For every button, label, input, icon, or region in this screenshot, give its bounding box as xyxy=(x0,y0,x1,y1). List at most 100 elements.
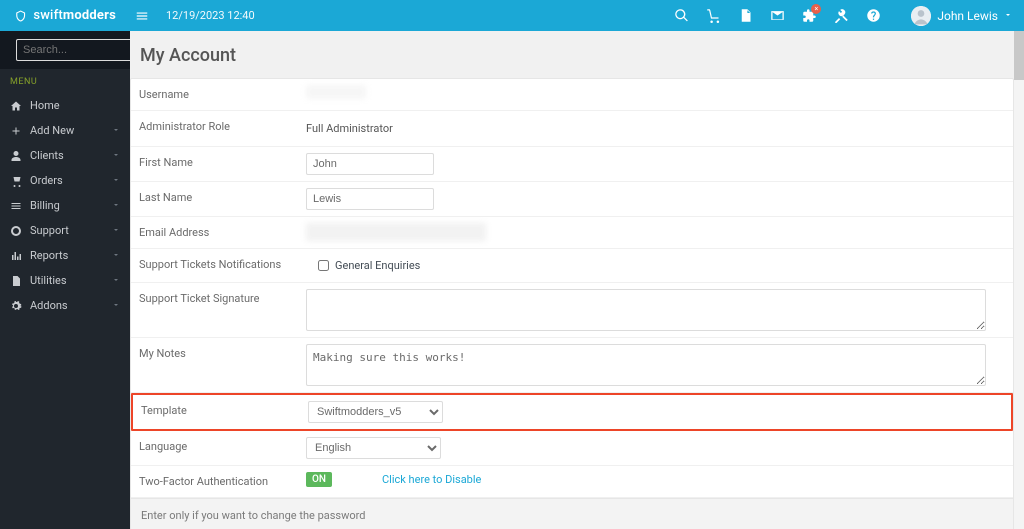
chevron-down-icon xyxy=(1004,9,1012,22)
badge-twofa-state: ON xyxy=(306,472,332,487)
sidebar-item-label: Support xyxy=(30,224,69,237)
label-role: Administrator Role xyxy=(131,115,306,138)
brand-logo[interactable]: swiftmodders xyxy=(0,0,130,31)
home-icon xyxy=(10,100,22,112)
header-datetime: 12/19/2023 12:40 xyxy=(166,9,255,22)
row-ticket-signature: Support Ticket Signature xyxy=(131,283,1013,338)
input-firstname[interactable] xyxy=(306,153,434,175)
sidebar-item-home[interactable]: Home xyxy=(0,93,130,118)
checkbox-general-enquiries[interactable] xyxy=(318,260,329,271)
sidebar-item-label: Addons xyxy=(30,299,68,312)
chevron-down-icon xyxy=(112,224,120,237)
chevron-down-icon xyxy=(112,149,120,162)
row-firstname: First Name xyxy=(131,147,1013,182)
life-ring-icon xyxy=(10,225,22,237)
page-title: My Account xyxy=(130,31,1014,78)
label-email: Email Address xyxy=(131,221,306,244)
label-firstname: First Name xyxy=(131,151,306,174)
sidebar-item-orders[interactable]: Orders xyxy=(0,168,130,193)
label-ticket-notifications: Support Tickets Notifications xyxy=(131,253,306,276)
row-ticket-notifications: Support Tickets Notifications General En… xyxy=(131,249,1013,283)
label-username: Username xyxy=(131,83,306,106)
sidebar-item-label: Utilities xyxy=(30,274,67,287)
link-twofa-disable[interactable]: Click here to Disable xyxy=(382,473,481,486)
chevron-down-icon xyxy=(112,174,120,187)
header-file-button[interactable] xyxy=(729,0,761,31)
notifications-badge: × xyxy=(811,4,821,14)
label-ticket-signature: Support Ticket Signature xyxy=(131,287,306,310)
textarea-notes[interactable] xyxy=(306,344,986,386)
plus-icon xyxy=(10,125,22,137)
header-notifications-button[interactable]: × xyxy=(793,0,825,31)
chevron-down-icon xyxy=(112,199,120,212)
mail-icon xyxy=(770,8,785,23)
value-role: Full Administrator xyxy=(306,117,393,140)
header-actions: × xyxy=(665,0,889,31)
select-template[interactable]: Swiftmodders_v5 xyxy=(308,401,443,423)
tools-icon xyxy=(834,8,849,23)
sidebar-menu-label: MENU xyxy=(0,69,130,93)
sidebar-item-support[interactable]: Support xyxy=(0,218,130,243)
sidebar-item-label: Billing xyxy=(30,199,60,212)
cart-icon xyxy=(706,8,721,23)
header-user-menu[interactable]: John Lewis xyxy=(899,6,1024,26)
sidebar-item-label: Clients xyxy=(30,149,64,162)
header-cart-button[interactable] xyxy=(697,0,729,31)
cog-icon xyxy=(10,300,22,312)
account-form-card: Username Administrator Role Full Adminis… xyxy=(130,78,1014,529)
row-username: Username xyxy=(131,79,1013,111)
label-lastname: Last Name xyxy=(131,186,306,209)
sidebar-item-label: Orders xyxy=(30,174,63,187)
sidebar-item-label: Reports xyxy=(30,249,68,262)
row-template: Template Swiftmodders_v5 xyxy=(131,393,1013,431)
value-username xyxy=(306,85,366,99)
chevron-down-icon xyxy=(112,274,120,287)
row-twofa: Two-Factor Authentication ON Click here … xyxy=(131,466,1013,498)
textarea-ticket-signature[interactable] xyxy=(306,289,986,331)
row-email: Email Address xyxy=(131,217,1013,249)
sidebar-toggle[interactable] xyxy=(130,0,154,31)
sidebar-item-label: Add New xyxy=(30,124,74,137)
row-role: Administrator Role Full Administrator xyxy=(131,111,1013,147)
header-username: John Lewis xyxy=(937,9,998,23)
sidebar-item-utilities[interactable]: Utilities xyxy=(0,268,130,293)
sidebar-search-input[interactable] xyxy=(16,39,130,61)
file-icon xyxy=(738,8,753,23)
sidebar-item-billing[interactable]: Billing xyxy=(0,193,130,218)
input-lastname[interactable] xyxy=(306,188,434,210)
select-language[interactable]: English xyxy=(306,437,441,459)
sidebar-item-reports[interactable]: Reports xyxy=(0,243,130,268)
avatar xyxy=(911,6,931,26)
chevron-down-icon xyxy=(112,124,120,137)
search-icon xyxy=(674,8,689,23)
sidebar-item-label: Home xyxy=(30,99,60,112)
header-search-button[interactable] xyxy=(665,0,697,31)
cart-icon xyxy=(10,175,22,187)
row-lastname: Last Name xyxy=(131,182,1013,217)
brand-text: swiftmodders xyxy=(33,8,116,23)
password-section-note: Enter only if you want to change the pas… xyxy=(131,498,1013,529)
topbar: swiftmodders 12/19/2023 12:40 × John Lew… xyxy=(0,0,1024,31)
label-notes: My Notes xyxy=(131,342,306,365)
header-tools-button[interactable] xyxy=(825,0,857,31)
sidebar-search[interactable] xyxy=(0,31,130,69)
header-mail-button[interactable] xyxy=(761,0,793,31)
hamburger-icon xyxy=(135,9,149,23)
file-icon xyxy=(10,275,22,287)
label-twofa: Two-Factor Authentication xyxy=(131,470,306,493)
brand-mark-icon xyxy=(14,7,27,25)
header-help-button[interactable] xyxy=(857,0,889,31)
sidebar-nav: Home Add New Clients Orders Billing Supp… xyxy=(0,93,130,318)
user-icon xyxy=(10,150,22,162)
chevron-down-icon xyxy=(112,299,120,312)
label-language: Language xyxy=(131,435,306,458)
row-notes: My Notes xyxy=(131,338,1013,393)
chevron-down-icon xyxy=(112,249,120,262)
input-email[interactable] xyxy=(306,223,486,241)
help-icon xyxy=(866,8,881,23)
sidebar-item-clients[interactable]: Clients xyxy=(0,143,130,168)
checkbox-label-general-enquiries: General Enquiries xyxy=(335,259,420,272)
sidebar-item-addons[interactable]: Addons xyxy=(0,293,130,318)
bars-icon xyxy=(10,200,22,212)
sidebar-item-addnew[interactable]: Add New xyxy=(0,118,130,143)
